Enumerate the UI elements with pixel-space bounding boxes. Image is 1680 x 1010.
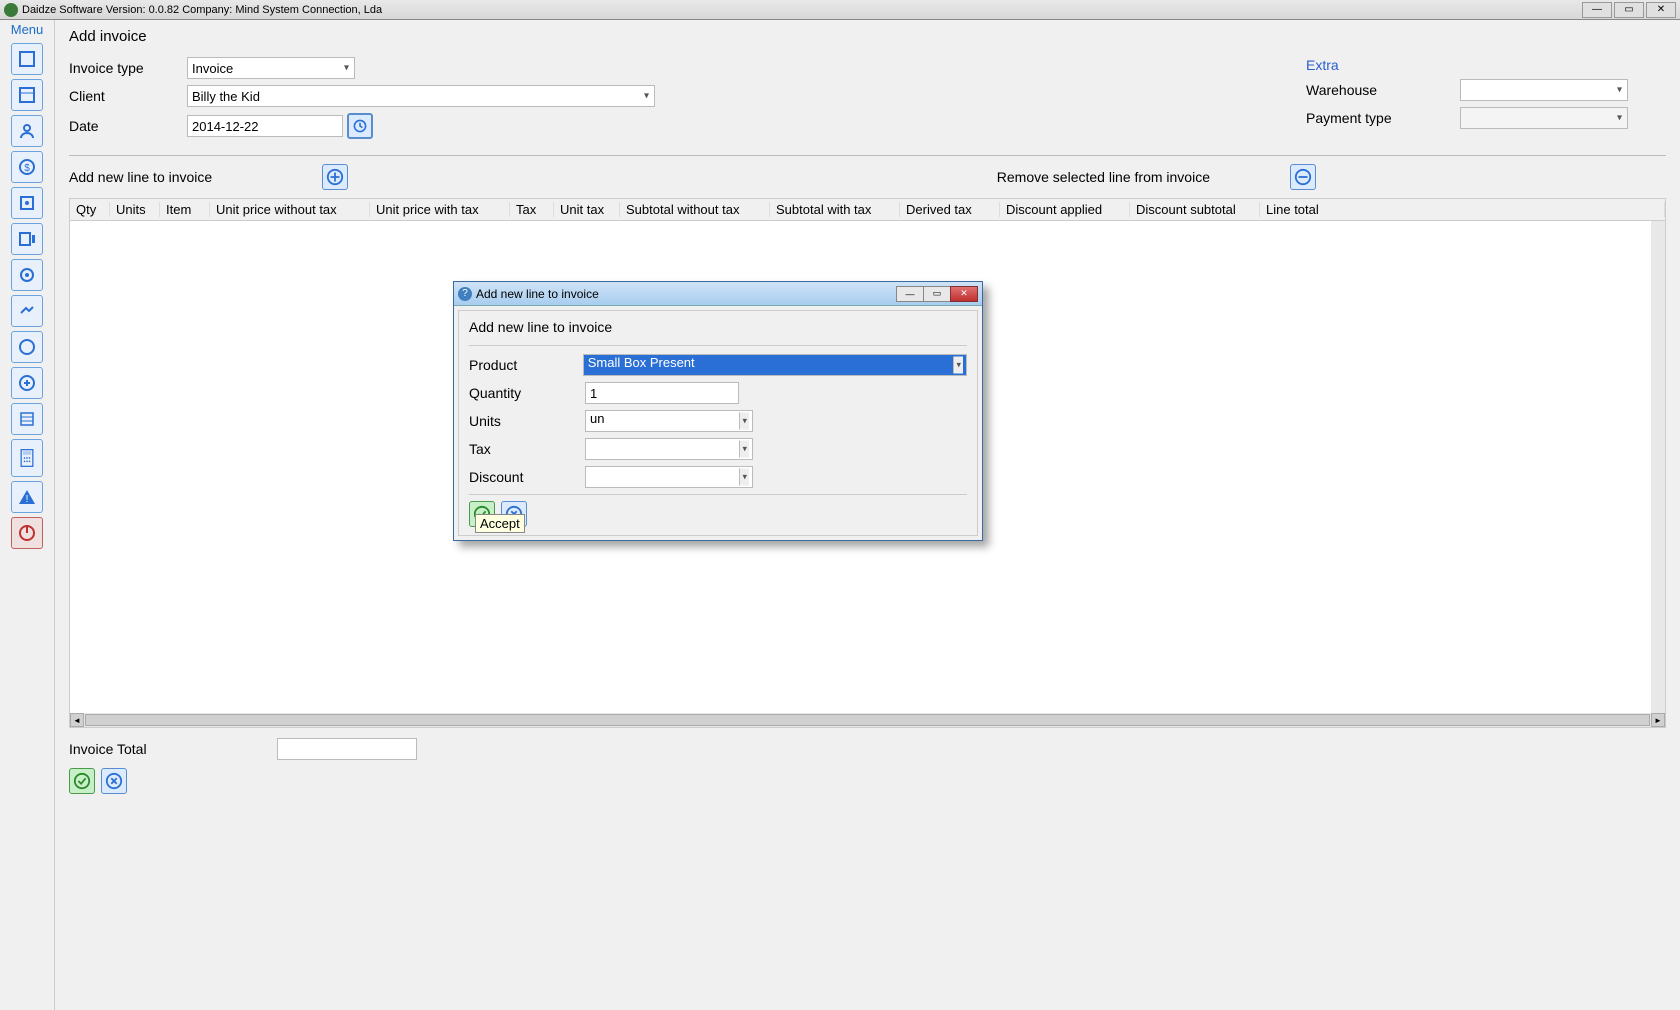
payment-type-select[interactable] xyxy=(1460,107,1628,129)
sidebar-btn-power[interactable] xyxy=(11,517,43,549)
window-close-button[interactable]: ✕ xyxy=(1646,2,1676,18)
col-subtotal-notax[interactable]: Subtotal without tax xyxy=(620,202,770,217)
client-label: Client xyxy=(69,88,187,104)
col-units[interactable]: Units xyxy=(110,202,160,217)
hscroll-thumb[interactable] xyxy=(85,714,1650,726)
col-unitprice-notax[interactable]: Unit price without tax xyxy=(210,202,370,217)
invoice-type-label: Invoice type xyxy=(69,60,187,76)
invoice-type-select[interactable]: Invoice xyxy=(187,57,355,79)
dialog-section-title: Add new line to invoice xyxy=(469,319,967,335)
add-line-label: Add new line to invoice xyxy=(69,169,212,185)
product-select[interactable]: Small Box Present xyxy=(583,354,967,376)
col-discount-subtotal[interactable]: Discount subtotal xyxy=(1130,202,1260,217)
date-picker-button[interactable] xyxy=(347,113,373,139)
svg-text:$: $ xyxy=(24,163,30,174)
dialog-minimize-button[interactable]: — xyxy=(896,286,924,302)
remove-line-button[interactable] xyxy=(1290,164,1316,190)
page-title: Add invoice xyxy=(69,28,1666,45)
quantity-label: Quantity xyxy=(469,385,585,401)
sidebar-btn-9[interactable] xyxy=(11,331,43,363)
add-line-button[interactable] xyxy=(322,164,348,190)
col-item[interactable]: Item xyxy=(160,202,210,217)
col-unit-tax[interactable]: Unit tax xyxy=(554,202,620,217)
col-qty[interactable]: Qty xyxy=(70,202,110,217)
app-icon xyxy=(4,3,18,17)
date-input[interactable] xyxy=(187,115,343,137)
col-derived-tax[interactable]: Derived tax xyxy=(900,202,1000,217)
hscroll-right-icon[interactable]: ► xyxy=(1651,713,1665,727)
content-area: Add invoice Invoice type Invoice Client … xyxy=(55,20,1680,1010)
invoice-total-label: Invoice Total xyxy=(69,741,147,757)
sidebar-btn-calculator[interactable] xyxy=(11,439,43,477)
col-unitprice-tax[interactable]: Unit price with tax xyxy=(370,202,510,217)
window-titlebar: Daidze Software Version: 0.0.82 Company:… xyxy=(0,0,1680,20)
sidebar-btn-6[interactable] xyxy=(11,223,43,255)
warehouse-select[interactable] xyxy=(1460,79,1628,101)
sidebar-btn-3[interactable] xyxy=(11,115,43,147)
accept-tooltip: Accept xyxy=(475,514,525,533)
col-tax[interactable]: Tax xyxy=(510,202,554,217)
hscroll-left-icon[interactable]: ◄ xyxy=(70,713,84,727)
warehouse-label: Warehouse xyxy=(1306,82,1460,98)
sidebar-btn-10[interactable] xyxy=(11,367,43,399)
dialog-maximize-button[interactable]: ▭ xyxy=(923,286,951,302)
dialog-title-text: Add new line to invoice xyxy=(476,287,599,301)
accept-invoice-button[interactable] xyxy=(69,768,95,794)
units-select[interactable]: un xyxy=(585,410,753,432)
quantity-input[interactable] xyxy=(585,382,739,404)
sidebar-btn-2[interactable] xyxy=(11,79,43,111)
sidebar-btn-8[interactable] xyxy=(11,295,43,327)
dialog-titlebar[interactable]: ? Add new line to invoice — ▭ ✕ xyxy=(454,282,982,306)
window-minimize-button[interactable]: — xyxy=(1582,2,1612,18)
col-discount-applied[interactable]: Discount applied xyxy=(1000,202,1130,217)
sidebar-btn-1[interactable] xyxy=(11,43,43,75)
discount-label: Discount xyxy=(469,469,585,485)
sidebar: Menu $ ! xyxy=(0,20,55,1010)
sidebar-menu-label: Menu xyxy=(11,22,44,37)
tax-select[interactable] xyxy=(585,438,753,460)
tax-label: Tax xyxy=(469,441,585,457)
sidebar-btn-11[interactable] xyxy=(11,403,43,435)
table-hscroll[interactable]: ◄ ► xyxy=(70,713,1665,727)
add-line-dialog: ? Add new line to invoice — ▭ ✕ Add new … xyxy=(453,281,983,541)
sidebar-btn-warning[interactable]: ! xyxy=(11,481,43,513)
product-label: Product xyxy=(469,357,583,373)
units-label: Units xyxy=(469,413,585,429)
cancel-invoice-button[interactable] xyxy=(101,768,127,794)
svg-text:!: ! xyxy=(26,494,29,505)
col-line-total[interactable]: Line total xyxy=(1260,202,1665,217)
sidebar-btn-5[interactable] xyxy=(11,187,43,219)
col-subtotal-tax[interactable]: Subtotal with tax xyxy=(770,202,900,217)
table-header: Qty Units Item Unit price without tax Un… xyxy=(70,199,1665,221)
payment-type-label: Payment type xyxy=(1306,110,1460,126)
client-select[interactable]: Billy the Kid xyxy=(187,85,655,107)
table-vscroll[interactable] xyxy=(1651,221,1665,713)
sidebar-btn-4[interactable]: $ xyxy=(11,151,43,183)
window-title: Daidze Software Version: 0.0.82 Company:… xyxy=(22,4,382,16)
invoice-total-input[interactable] xyxy=(277,738,417,760)
date-label: Date xyxy=(69,118,187,134)
divider xyxy=(69,155,1666,156)
dialog-close-button[interactable]: ✕ xyxy=(950,286,978,302)
discount-select[interactable] xyxy=(585,466,753,488)
dialog-icon: ? xyxy=(458,287,472,301)
window-maximize-button[interactable]: ▭ xyxy=(1614,2,1644,18)
extra-section-title: Extra xyxy=(1306,57,1646,73)
sidebar-btn-7[interactable] xyxy=(11,259,43,291)
remove-line-label: Remove selected line from invoice xyxy=(997,169,1210,185)
